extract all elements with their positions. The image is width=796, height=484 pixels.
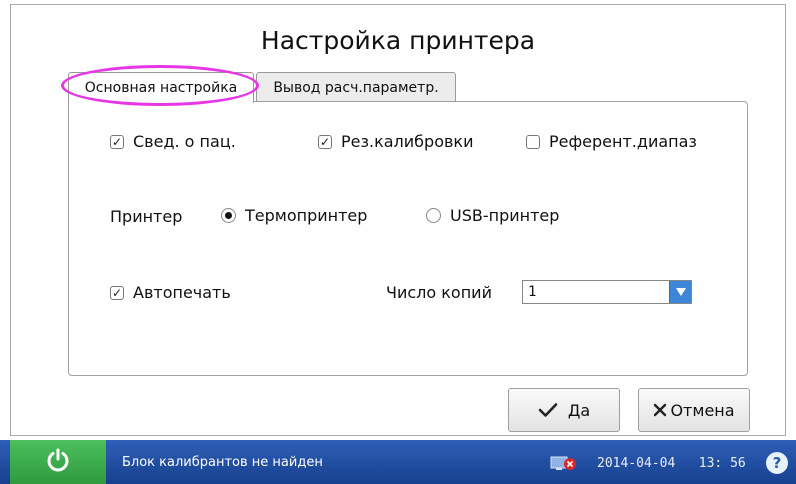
patient-info-option[interactable]: ✓ Свед. о пац. — [110, 132, 236, 151]
checkmark-icon — [538, 402, 558, 418]
status-time: 13: 56 — [698, 456, 746, 471]
power-button[interactable] — [10, 440, 106, 484]
autoprint-label: Автопечать — [133, 283, 231, 302]
usb-printer-label: USB-принтер — [450, 206, 560, 225]
dropdown-arrow-icon[interactable] — [669, 281, 691, 303]
copies-label: Число копий — [386, 283, 492, 302]
tab-output-parameters[interactable]: Вывод расч.параметр. — [256, 72, 456, 102]
patient-info-label: Свед. о пац. — [133, 132, 236, 151]
calibration-results-option[interactable]: ✓ Рез.калибровки — [318, 132, 473, 151]
status-message: Блок калибрантов не найден — [122, 455, 323, 470]
printer-label: Принтер — [110, 207, 183, 226]
autoprint-option[interactable]: ✓ Автопечать — [110, 283, 231, 302]
copies-value: 1 — [528, 284, 537, 300]
reference-range-option[interactable]: Референт.диапаз — [526, 132, 697, 151]
reference-range-label: Референт.диапаз — [549, 132, 697, 151]
calibration-results-checkbox[interactable]: ✓ — [318, 134, 332, 149]
close-icon — [653, 403, 667, 417]
thermal-printer-label: Термопринтер — [245, 206, 368, 225]
window-title: Настройка принтера — [260, 26, 536, 55]
datetime: 2014-04-04 13: 56 — [597, 456, 746, 471]
usb-printer-radio[interactable] — [426, 208, 441, 223]
usb-printer-option[interactable]: USB-принтер — [426, 206, 559, 225]
cancel-button-label: Отмена — [670, 400, 735, 420]
patient-info-checkbox[interactable]: ✓ — [110, 134, 124, 149]
network-error-icon — [550, 454, 580, 476]
cancel-button[interactable]: Отмена — [638, 388, 750, 432]
power-icon — [45, 447, 71, 477]
autoprint-checkbox[interactable]: ✓ — [110, 285, 124, 300]
thermal-printer-radio[interactable] — [221, 208, 236, 223]
ok-button-label: Да — [567, 400, 591, 420]
thermal-printer-option[interactable]: Термопринтер — [221, 206, 367, 225]
calibration-results-label: Рез.калибровки — [341, 132, 474, 151]
copies-select[interactable]: 1 — [522, 280, 692, 304]
reference-range-checkbox[interactable] — [526, 134, 540, 149]
ok-button[interactable]: Да — [508, 388, 620, 432]
help-icon[interactable]: ? — [766, 452, 788, 474]
tab-basic-settings[interactable]: Основная настройка — [68, 72, 254, 103]
status-date: 2014-04-04 — [597, 456, 676, 471]
